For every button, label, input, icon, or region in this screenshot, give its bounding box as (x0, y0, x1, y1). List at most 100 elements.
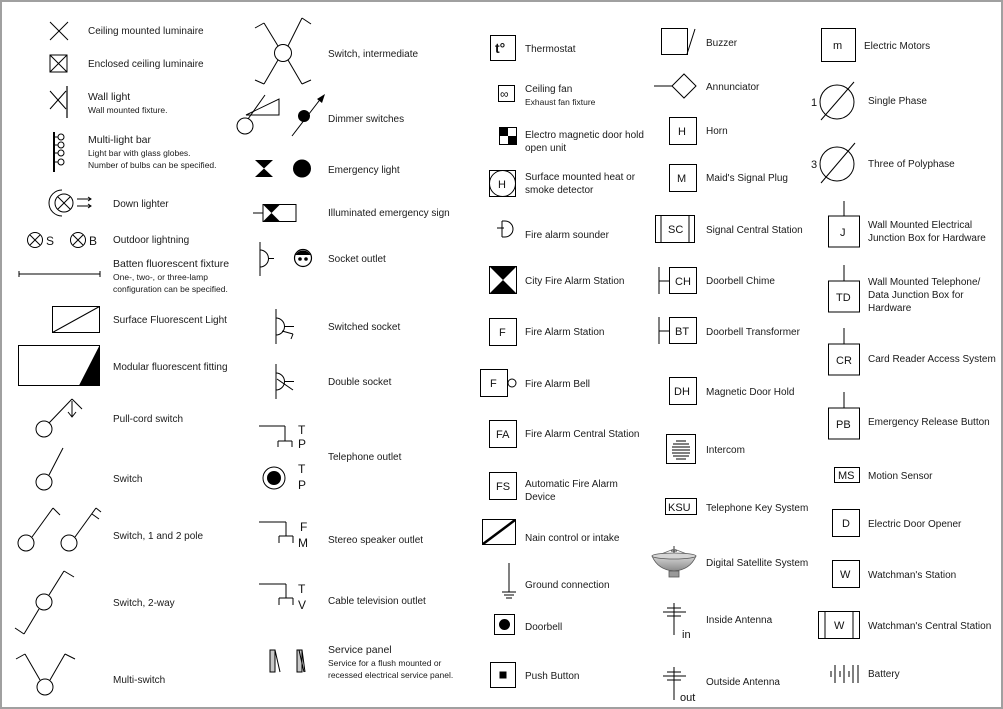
electric-motors-m-text: m (833, 40, 842, 52)
outside-antenna-label: Outside Antenna (706, 677, 780, 688)
door-opener-d-text: D (842, 518, 850, 530)
switched-socket-icon (274, 308, 298, 346)
fire-alarm-central-station-label: Fire Alarm Central Station (525, 429, 640, 440)
surface-fluorescent-light-label: Surface Fluorescent Light (113, 315, 227, 326)
single-phase-1-text: 1 (811, 97, 817, 109)
service-panel-icon (269, 649, 309, 675)
ground-connection-label: Ground connection (525, 580, 610, 591)
illuminated-emergency-sign-icon (253, 203, 299, 223)
thermostat-label: Thermostat (525, 44, 576, 55)
telephone-outlet-icon: T P T P (258, 421, 318, 495)
inside-antenna-icon: in (662, 602, 698, 642)
battery-icon (830, 663, 862, 685)
emergency-release-button-label: Emergency Release Button (868, 417, 990, 428)
electric-motors-label: Electric Motors (864, 41, 931, 52)
socket-outlet-label: Socket outlet (328, 254, 386, 265)
maids-signal-m-text: M (677, 173, 686, 185)
heat-smoke-detector-label: Surface mounted heat or smoke detector (525, 172, 636, 196)
digital-satellite-system-label: Digital Satellite System (706, 558, 809, 569)
electro-magnetic-door-hold-label: Electro magnetic door hold open unit (525, 130, 644, 154)
nain-control-or-intake-label: Nain control or intake (525, 533, 620, 544)
watchmans-central-station-icon: W (818, 611, 862, 641)
three-of-polyphase-icon: 3 (811, 142, 861, 186)
dimmer-switches-icon (235, 92, 327, 138)
heat-smoke-detector-icon: H (489, 170, 517, 198)
wall-mounted-junction-box-label: Wall Mounted Electrical Junction Box for … (868, 220, 986, 244)
ground-connection-icon (500, 562, 520, 600)
switch-intermediate-icon (252, 16, 314, 86)
magnetic-door-hold-label: Magnetic Door Hold (706, 387, 795, 398)
outdoor-lightning-label: Outdoor lightning (113, 235, 190, 246)
doorbell-chime-icon: CH (658, 266, 700, 296)
emergency-release-pb-text: PB (836, 419, 851, 431)
telephone-outlet-label: Telephone outlet (328, 452, 402, 463)
doorbell-icon (494, 614, 518, 638)
push-button-label: Push Button (525, 671, 580, 682)
socket-outlet-icon (258, 241, 316, 279)
service-panel-label: Service panel Service for a flush mounted… (328, 644, 454, 680)
modular-fluorescent-fitting-label: Modular fluorescent fitting (113, 362, 228, 373)
detector-h-text: H (498, 179, 506, 191)
doorbell-chime-label: Doorbell Chime (706, 276, 775, 287)
single-phase-label: Single Phase (868, 96, 927, 107)
telephone-key-ksu-text: KSU (668, 502, 691, 514)
signal-central-station-icon: SC (655, 215, 697, 245)
magnetic-door-hold-icon: DH (669, 377, 699, 407)
three-of-polyphase-label: Three of Polyphase (868, 159, 955, 170)
stereo-m-text: M (298, 536, 308, 550)
wall-mounted-telephone-data-box-label: Wall Mounted Telephone/Data Junction Box… (868, 277, 981, 314)
fire-alarm-station-label: Fire Alarm Station (525, 327, 605, 338)
motion-sensor-ms-text: MS (838, 470, 855, 482)
outdoor-lightning-icon: S B (26, 231, 106, 251)
buzzer-icon (661, 28, 699, 58)
annunciator-label: Annunciator (706, 82, 760, 93)
ceiling-mounted-luminaire-label: Ceiling mounted luminaire (88, 26, 204, 37)
illuminated-emergency-sign-label: Illuminated emergency sign (328, 208, 450, 219)
fire-alarm-bell-label: Fire Alarm Bell (525, 379, 591, 390)
buzzer-label: Buzzer (706, 38, 738, 49)
modular-fluorescent-fitting-icon (18, 345, 102, 387)
thermostat-icon: t° (490, 35, 518, 63)
electric-door-opener-label: Electric Door Opener (868, 519, 962, 530)
surface-fluorescent-light-icon (52, 306, 102, 334)
telephone-key-system-label: Telephone Key System (706, 503, 809, 514)
switch-intermediate-label: Switch, intermediate (328, 49, 419, 60)
telephone-p-text: P (298, 437, 306, 451)
watchmans-station-icon: W (832, 560, 862, 590)
telephone-t-text: T (298, 423, 306, 437)
doorbell-chime-ch-text: CH (675, 276, 691, 288)
down-lighter-icon (48, 188, 94, 218)
ceiling-mounted-luminaire-icon (49, 21, 69, 41)
doorbell-transformer-icon: BT (658, 316, 700, 346)
outside-antenna-icon: out (662, 666, 702, 706)
nain-control-or-intake-icon (482, 519, 518, 547)
diagram-canvas: Ceiling mounted luminaire Enclosed ceili… (0, 0, 1003, 709)
outdoor-lightning-s-text: S (46, 234, 54, 248)
telephone-key-system-icon: KSU (665, 498, 699, 518)
fire-alarm-central-fa-text: FA (496, 429, 510, 441)
cable-television-outlet-icon: T V (258, 580, 318, 612)
enclosed-ceiling-luminaire-label: Enclosed ceiling luminaire (88, 59, 204, 70)
junction-box-j-text: J (840, 227, 846, 239)
city-fire-alarm-station-icon (489, 266, 519, 296)
ceiling-fan-icon: ∞ (498, 85, 518, 105)
fire-alarm-station-icon: F (489, 318, 519, 348)
wall-light-label: Wall light Wall mounted fixture. (88, 91, 168, 115)
thermostat-t-text: t° (495, 40, 505, 56)
enclosed-ceiling-luminaire-icon (49, 54, 69, 74)
fire-alarm-sounder-icon (496, 220, 518, 240)
battery-label: Battery (868, 669, 900, 680)
down-lighter-label: Down lighter (113, 199, 169, 210)
ceiling-fan-label: Ceiling fan Exhaust fan fixture (525, 84, 596, 107)
doorbell-label: Doorbell (525, 622, 563, 633)
switch-1-and-2-pole-icon (17, 504, 107, 554)
wall-mounted-junction-box-icon: J (828, 200, 862, 250)
doorbell-transformer-label: Doorbell Transformer (706, 327, 800, 338)
double-socket-icon (274, 363, 298, 401)
switched-socket-label: Switched socket (328, 322, 401, 333)
inside-antenna-in-text: in (682, 629, 691, 641)
batten-fluorescent-fixture-icon (18, 270, 102, 278)
push-button-icon (490, 662, 518, 690)
horn-h-text: H (678, 126, 686, 138)
pull-cord-switch-icon (35, 398, 85, 440)
